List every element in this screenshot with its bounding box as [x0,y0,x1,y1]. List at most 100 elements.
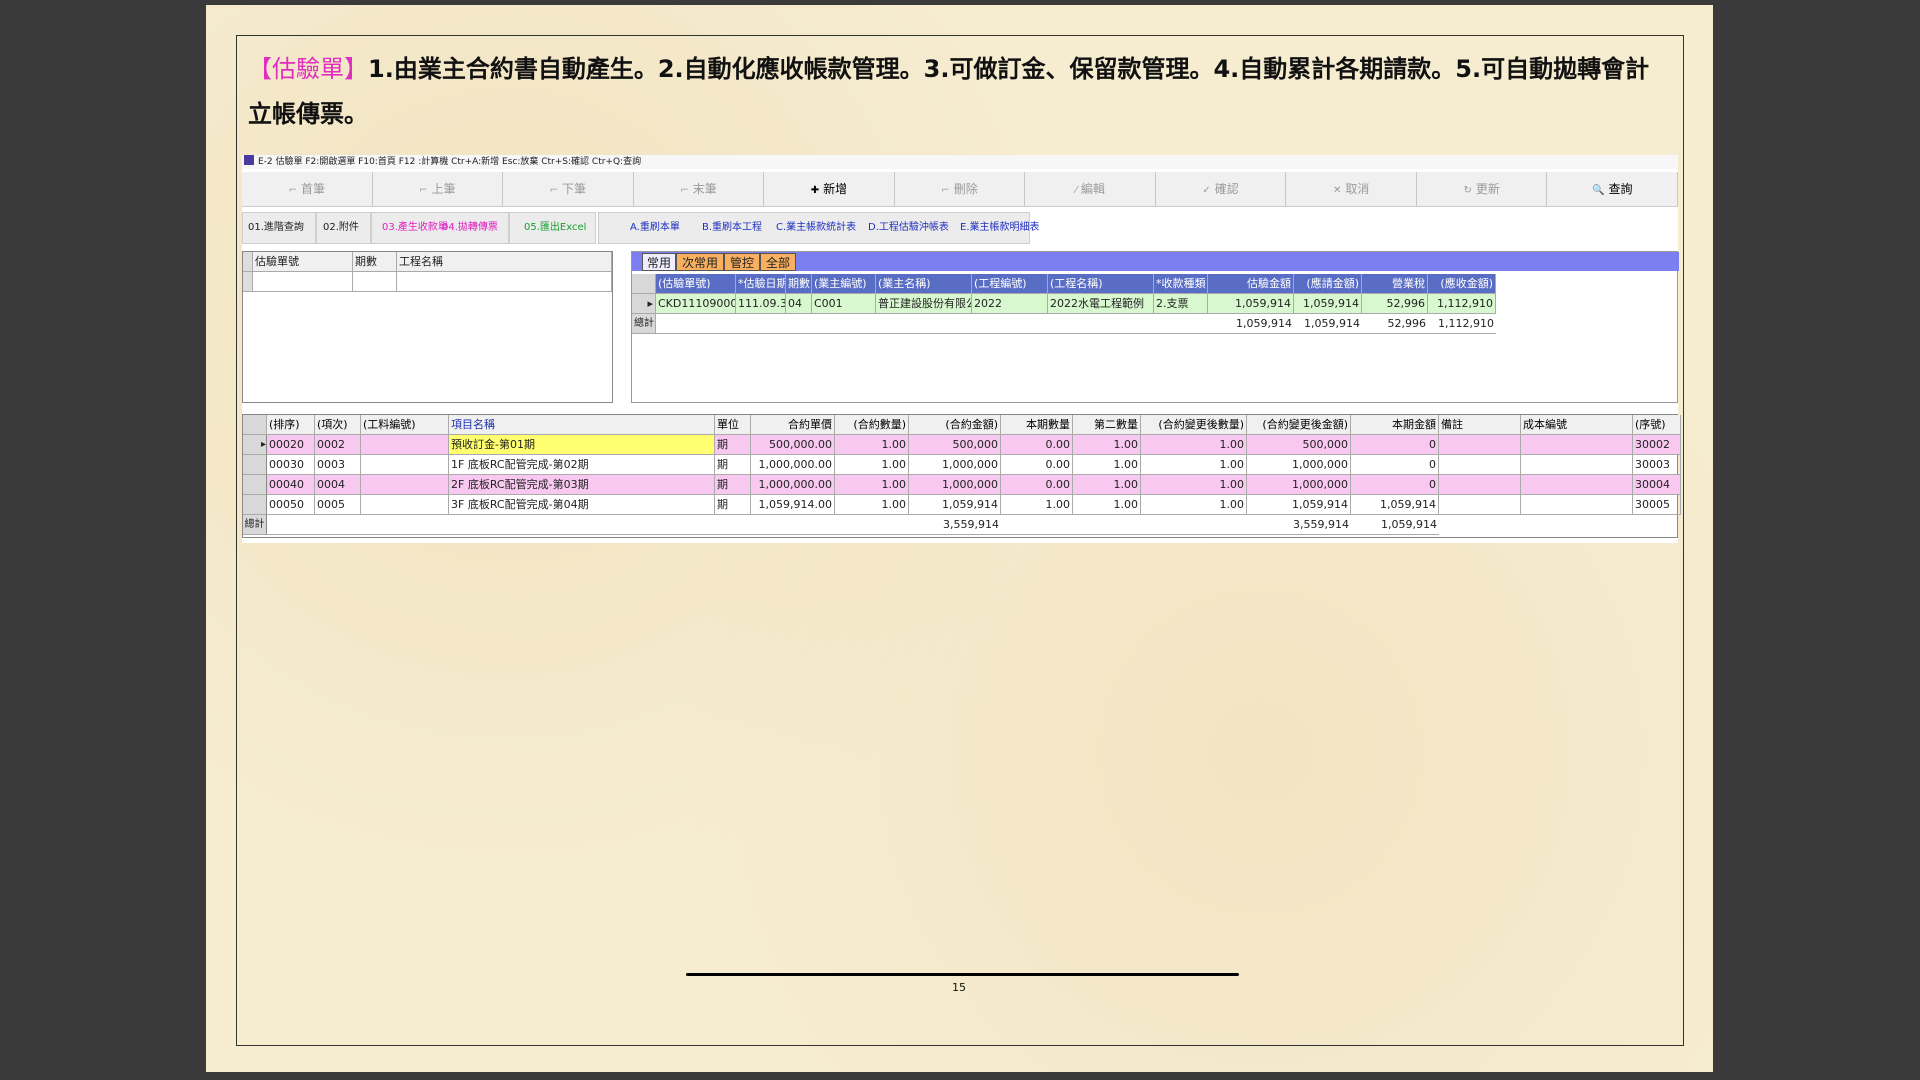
detail-cell-14 [1521,435,1633,455]
toolbar-icon-0: ⌐ [288,185,297,196]
detail-cell-13 [1439,475,1521,495]
summary-col-7[interactable]: *收款種類 [1154,274,1208,294]
detail-col-1[interactable]: (項次) [315,415,361,435]
toolbar-button-2[interactable]: ⌐ 下筆 [503,172,634,206]
detail-col-4[interactable]: 單位 [715,415,751,435]
detail-cell-8: 0.00 [1001,435,1073,455]
detail-col-0[interactable]: (排序) [267,415,315,435]
detail-row[interactable]: 00030 0003 1F 底板RC配管完成-第02期期 1,000,000.00 1.… [243,455,1681,475]
detail-col-9[interactable]: 第二數量 [1073,415,1141,435]
summary-col-0[interactable]: (估驗單號) [656,274,736,294]
toolbar-button-3[interactable]: ⌐ 末筆 [634,172,765,206]
detail-col-6[interactable]: (合約數量) [835,415,909,435]
summary-total-1: 1,059,914 [1294,314,1362,334]
detail-cell-15: 30004 [1633,475,1681,495]
detail-row[interactable]: ▸ 00020 0002 預收訂金-第01期期 500,000.00 1.00 500,00… [243,435,1681,455]
detail-total-row: 總計 3,559,914 3,559,914 1,059,914 [243,515,1439,535]
col-estimate-no[interactable]: 估驗單號 [253,252,353,272]
refresh-this-form-button[interactable]: A.重刷本單 [630,212,680,244]
refresh-this-project-button[interactable]: B.重刷本工程 [702,212,762,244]
detail-cell-14 [1521,495,1633,515]
detail-cell-3: 2F 底板RC配管完成-第03期 [449,475,715,495]
toolbar-icon-9: ↻ [1463,185,1472,196]
summary-col-1[interactable]: *估驗日期 [736,274,786,294]
summary-col-9[interactable]: (應請金額) [1294,274,1362,294]
detail-col-3[interactable]: 項目名稱 [449,415,715,435]
estimate-list-header: 估驗單號 期數 工程名稱 [243,252,612,272]
toolbar-button-8[interactable]: ✕ 取消 [1286,172,1417,206]
detail-col-11[interactable]: (合約變更後金額) [1247,415,1351,435]
tab-secondary[interactable]: 次常用 [676,253,724,271]
detail-cell-13 [1439,435,1521,455]
detail-total-period-amount: 1,059,914 [1351,515,1439,535]
col-project-name[interactable]: 工程名稱 [397,252,612,272]
summary-col-8[interactable]: 估驗金額 [1208,274,1294,294]
summary-col-11[interactable]: (應收金額) [1428,274,1496,294]
toolbar-button-1[interactable]: ⌐ 上筆 [373,172,504,206]
detail-cell-5: 1,000,000.00 [751,455,835,475]
summary-col-10[interactable]: 營業稅 [1362,274,1428,294]
detail-cell-6: 1.00 [835,475,909,495]
detail-total-spacer [1001,515,1247,535]
summary-cell-9: 1,059,914 [1294,294,1362,314]
detail-col-12[interactable]: 本期金額 [1351,415,1439,435]
tab-common[interactable]: 常用 [642,253,676,271]
detail-cell-14 [1521,475,1633,495]
summary-total-label: 總計 [632,314,656,334]
post-voucher-button[interactable]: 04.拋轉傳票 [442,212,498,244]
detail-cell-12: 0 [1351,475,1439,495]
detail-cell-0: 00030 [267,455,315,475]
toolbar-label-0: 首筆 [300,182,325,196]
summary-col-2[interactable]: 期數 [786,274,812,294]
toolbar-button-10[interactable]: 🔍 查詢 [1547,172,1679,206]
tab-control[interactable]: 管控 [724,253,760,271]
estimate-offset-report-button[interactable]: D.工程估驗沖帳表 [868,212,949,244]
detail-col-13[interactable]: 備註 [1439,415,1521,435]
toolbar-button-9[interactable]: ↻ 更新 [1417,172,1548,206]
toolbar-icon-8: ✕ [1332,185,1342,196]
toolbar: ⌐ 首筆 ⌐ 上筆 ⌐ 下筆 ⌐ 末筆 ✚ 新增 ⌐ 刪除 ⁄ 編輯 ✓ 確認 ✕ 取消 ↻ 更新 🔍 查詢 [242,172,1679,207]
detail-col-15[interactable]: (序號) [1633,415,1681,435]
toolbar-button-4[interactable]: ✚ 新增 [764,172,895,206]
detail-row[interactable]: 00040 0004 2F 底板RC配管完成-第03期期 1,000,000.00 1.… [243,475,1681,495]
summary-col-6[interactable]: (工程名稱) [1048,274,1154,294]
summary-col-3[interactable]: (業主編號) [812,274,876,294]
owner-account-detail-button[interactable]: E.業主帳款明細表 [960,212,1040,244]
toolbar-icon-2: ⌐ [549,185,559,196]
summary-col-5[interactable]: (工程編號) [972,274,1048,294]
toolbar-button-5[interactable]: ⌐ 刪除 [895,172,1026,206]
toolbar-label-3: 末筆 [692,182,717,196]
toolbar-icon-1: ⌐ [419,185,428,196]
toolbar-label-5: 刪除 [953,182,978,196]
detail-col-8[interactable]: 本期數量 [1001,415,1073,435]
detail-cell-10: 1.00 [1141,495,1247,515]
toolbar-button-7[interactable]: ✓ 確認 [1156,172,1287,206]
tab-all[interactable]: 全部 [760,253,796,271]
detail-col-5[interactable]: 合約單價 [751,415,835,435]
detail-col-10[interactable]: (合約變更後數量) [1141,415,1247,435]
detail-cell-1: 0002 [315,435,361,455]
export-excel-button[interactable]: 05.匯出Excel [524,212,586,244]
owner-account-stats-button[interactable]: C.業主帳款統計表 [776,212,856,244]
estimate-list-empty-row[interactable] [243,272,612,292]
detail-col-14[interactable]: 成本編號 [1521,415,1633,435]
summary-data-row[interactable]: ▸CKD1110900004111.09.3004C001普正建設股份有限公司2… [632,294,1496,314]
detail-cell-2 [361,435,449,455]
toolbar-button-0[interactable]: ⌐ 首筆 [242,172,373,206]
toolbar-icon-4: ✚ [810,185,820,196]
attachment-button[interactable]: 02.附件 [323,212,359,244]
detail-col-2[interactable]: (工料編號) [361,415,449,435]
toolbar-button-6[interactable]: ⁄ 編輯 [1025,172,1156,206]
detail-cell-6: 1.00 [835,435,909,455]
generate-receipt-button[interactable]: 03.產生收款單 [382,212,448,244]
detail-cell-9: 1.00 [1073,475,1141,495]
summary-col-4[interactable]: (業主名稱) [876,274,972,294]
col-period[interactable]: 期數 [353,252,397,272]
summary-total-3: 1,112,910 [1428,314,1496,334]
detail-col-7[interactable]: (合約金額) [909,415,1001,435]
toolbar-label-2: 下筆 [562,182,587,196]
detail-row[interactable]: 00050 0005 3F 底板RC配管完成-第04期期 1,059,914.00 1.… [243,495,1681,515]
detail-cell-1: 0005 [315,495,361,515]
detail-cell-8: 1.00 [1001,495,1073,515]
advanced-query-button[interactable]: 01.進階查詢 [248,212,304,244]
